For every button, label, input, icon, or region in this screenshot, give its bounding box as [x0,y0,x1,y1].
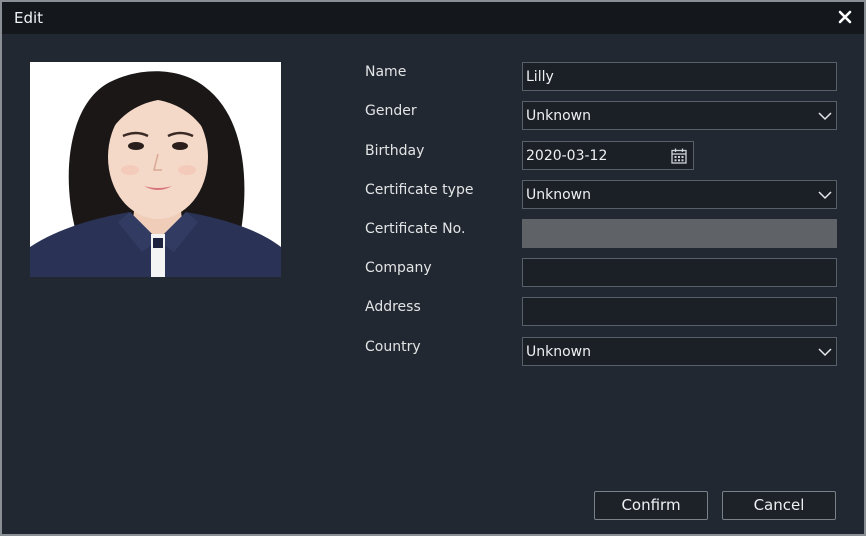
chevron-down-icon [818,110,832,122]
certificate-no-input [522,219,837,248]
chevron-down-icon [818,189,832,201]
certificate-type-select[interactable]: Unknown [522,180,837,209]
profile-photo [30,62,281,277]
country-label: Country [365,339,421,355]
name-value: Lilly [526,69,554,85]
gender-select[interactable]: Unknown [522,101,837,130]
address-input[interactable] [522,297,837,326]
confirm-button[interactable]: Confirm [594,491,708,520]
company-label: Company [365,260,432,276]
country-value: Unknown [526,344,591,360]
certificate-no-label: Certificate No. [365,221,466,237]
certificate-type-value: Unknown [526,187,591,203]
cancel-button[interactable]: Cancel [722,491,836,520]
country-select[interactable]: Unknown [522,337,837,366]
title-bar: Edit [2,2,864,34]
birthday-input[interactable]: 2020-03-12 [522,141,694,170]
chevron-down-icon [818,346,832,358]
gender-value: Unknown [526,108,591,124]
close-icon[interactable] [836,8,854,26]
edit-dialog: Edit Name Lilly Gender Unknown Birthday … [0,0,866,536]
name-label: Name [365,64,407,80]
certificate-type-label: Certificate type [365,182,474,198]
birthday-value: 2020-03-12 [526,148,608,164]
calendar-icon[interactable] [670,147,688,165]
company-input[interactable] [522,258,837,287]
name-input[interactable]: Lilly [522,62,837,91]
dialog-title: Edit [14,9,44,27]
gender-label: Gender [365,103,417,119]
address-label: Address [365,299,421,315]
birthday-label: Birthday [365,143,425,159]
